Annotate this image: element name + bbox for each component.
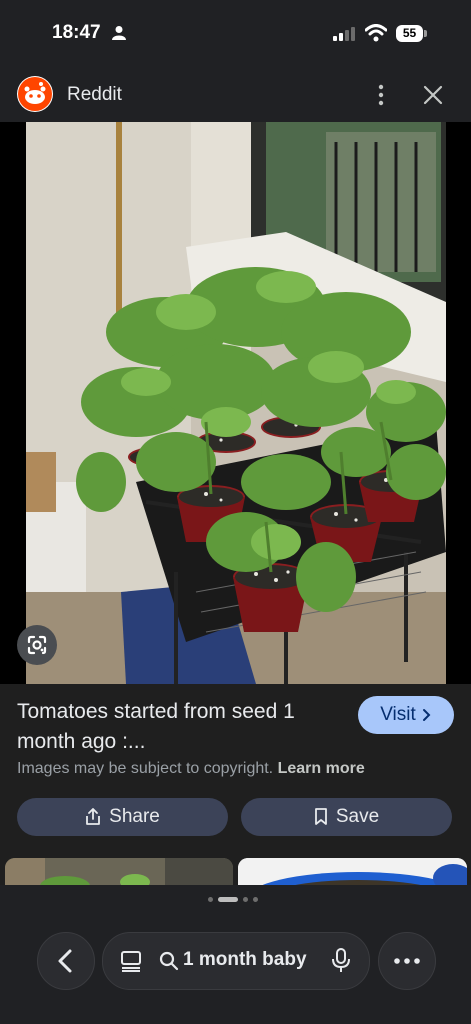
save-label: Save xyxy=(335,806,380,827)
battery-icon: 55 xyxy=(396,25,423,42)
status-time: 18:47 xyxy=(52,22,101,43)
result-title[interactable]: Tomatoes started from seed 1 month ago :… xyxy=(17,697,347,757)
learn-more-link[interactable]: Learn more xyxy=(278,760,365,777)
bottom-navigation: 1 month baby xyxy=(0,885,471,1024)
microphone-icon[interactable] xyxy=(331,948,351,974)
search-bar[interactable]: 1 month baby xyxy=(102,932,370,990)
chevron-left-icon xyxy=(58,949,72,973)
close-icon[interactable] xyxy=(420,82,446,108)
source-header: Reddit xyxy=(0,70,471,122)
back-button[interactable] xyxy=(37,932,95,990)
more-vert-icon[interactable] xyxy=(372,82,390,108)
status-bar: 18:47 55 xyxy=(0,0,471,70)
lens-icon xyxy=(27,635,47,655)
page-dot xyxy=(208,897,213,902)
image-viewer[interactable] xyxy=(0,122,471,684)
site-name[interactable]: Reddit xyxy=(67,84,122,106)
tabs-icon[interactable] xyxy=(119,949,143,973)
visit-label: Visit xyxy=(380,704,416,725)
page-dot-active xyxy=(218,897,238,902)
copyright-notice: Images may be subject to copyright. Lear… xyxy=(17,760,365,778)
share-label: Share xyxy=(109,806,160,827)
search-query[interactable]: 1 month baby xyxy=(183,949,307,971)
copyright-text: Images may be subject to copyright. xyxy=(17,760,274,777)
page-dot xyxy=(253,897,258,902)
bookmark-icon xyxy=(314,808,327,825)
save-button[interactable]: Save xyxy=(241,798,452,836)
search-icon xyxy=(159,951,179,971)
reddit-logo-icon[interactable] xyxy=(17,76,53,112)
share-button[interactable]: Share xyxy=(17,798,228,836)
person-icon xyxy=(112,26,126,40)
share-icon xyxy=(86,808,101,825)
cellular-signal-icon xyxy=(333,27,355,41)
page-indicator xyxy=(208,897,258,902)
chevron-right-icon xyxy=(422,709,431,721)
wifi-icon xyxy=(365,24,387,42)
google-lens-button[interactable] xyxy=(17,625,57,665)
battery-tip xyxy=(424,30,427,37)
result-image[interactable] xyxy=(26,122,446,684)
more-horiz-icon xyxy=(394,958,420,964)
page-dot xyxy=(243,897,248,902)
more-options-button[interactable] xyxy=(378,932,436,990)
visit-button[interactable]: Visit xyxy=(358,696,454,734)
